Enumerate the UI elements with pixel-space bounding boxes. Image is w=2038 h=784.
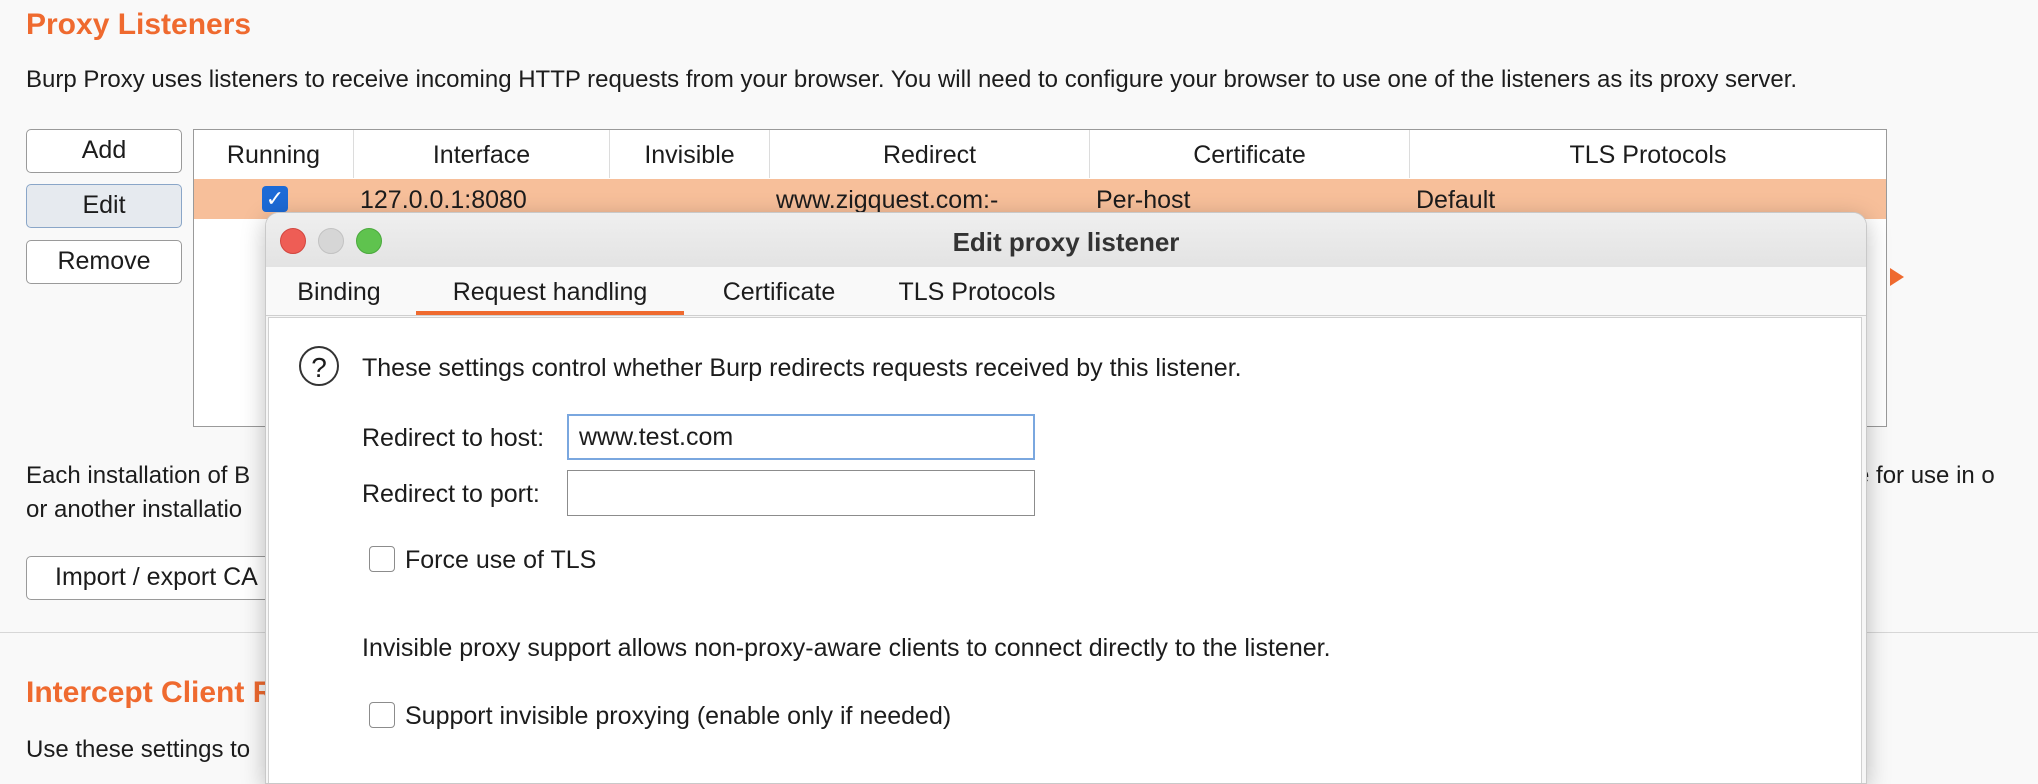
section-settings-icon-partial: ⁝ bbox=[0, 64, 1, 90]
tab-binding[interactable]: Binding bbox=[274, 267, 404, 315]
edit-proxy-listener-dialog: Edit proxy listener Binding Request hand… bbox=[265, 212, 1867, 784]
force-tls-checkbox[interactable] bbox=[369, 546, 395, 572]
redirect-port-label: Redirect to port: bbox=[362, 480, 540, 508]
request-handling-panel: ? These settings control whether Burp re… bbox=[268, 317, 1862, 783]
add-button[interactable]: Add bbox=[26, 129, 182, 173]
redirect-host-label: Redirect to host: bbox=[362, 424, 545, 452]
section-help-icon-partial-2: ) bbox=[0, 678, 1, 709]
force-tls-label[interactable]: Force use of TLS bbox=[405, 546, 596, 575]
intercept-client-title: Intercept Client R bbox=[26, 676, 275, 709]
ca-description-line1: Each installation of B bbox=[26, 462, 251, 489]
column-header-running[interactable]: Running bbox=[194, 130, 354, 178]
intercept-client-description: Use these settings to bbox=[26, 736, 251, 763]
tab-tls-protocols[interactable]: TLS Protocols bbox=[874, 267, 1080, 315]
help-icon[interactable]: ? bbox=[299, 346, 339, 386]
column-header-tls-protocols[interactable]: TLS Protocols bbox=[1410, 130, 1886, 178]
section-help-icon-partial: ) bbox=[0, 10, 1, 41]
dialog-tabs: Binding Request handling Certificate TLS… bbox=[266, 267, 1866, 316]
redirect-host-input[interactable]: www.test.com bbox=[567, 414, 1035, 460]
edit-button[interactable]: Edit bbox=[26, 184, 182, 228]
tab-certificate[interactable]: Certificate bbox=[696, 267, 862, 315]
dialog-title: Edit proxy listener bbox=[952, 227, 1180, 257]
scroll-right-arrow-icon[interactable] bbox=[1890, 268, 1904, 286]
help-text: These settings control whether Burp redi… bbox=[362, 354, 1242, 382]
section-settings-icon-partial-2: ⁝ bbox=[0, 736, 1, 762]
dialog-titlebar[interactable]: Edit proxy listener bbox=[266, 213, 1866, 268]
running-checkbox[interactable]: ✓ bbox=[262, 186, 288, 212]
proxy-listeners-description: Burp Proxy uses listeners to receive inc… bbox=[26, 66, 1798, 93]
invisible-proxy-description: Invisible proxy support allows non-proxy… bbox=[362, 634, 1331, 662]
proxy-listeners-title: Proxy Listeners bbox=[26, 8, 252, 41]
column-header-certificate[interactable]: Certificate bbox=[1090, 130, 1410, 178]
support-invisible-proxying-checkbox[interactable] bbox=[369, 702, 395, 728]
column-header-redirect[interactable]: Redirect bbox=[770, 130, 1090, 178]
tab-request-handling[interactable]: Request handling bbox=[416, 267, 684, 315]
column-header-interface[interactable]: Interface bbox=[354, 130, 610, 178]
redirect-port-input[interactable] bbox=[567, 470, 1035, 516]
remove-button[interactable]: Remove bbox=[26, 240, 182, 284]
support-invisible-proxying-label[interactable]: Support invisible proxying (enable only … bbox=[405, 702, 951, 731]
ca-description-line2: or another installatio bbox=[26, 496, 243, 523]
import-export-ca-label: Import / export CA bbox=[55, 563, 258, 591]
column-header-invisible[interactable]: Invisible bbox=[610, 130, 770, 178]
